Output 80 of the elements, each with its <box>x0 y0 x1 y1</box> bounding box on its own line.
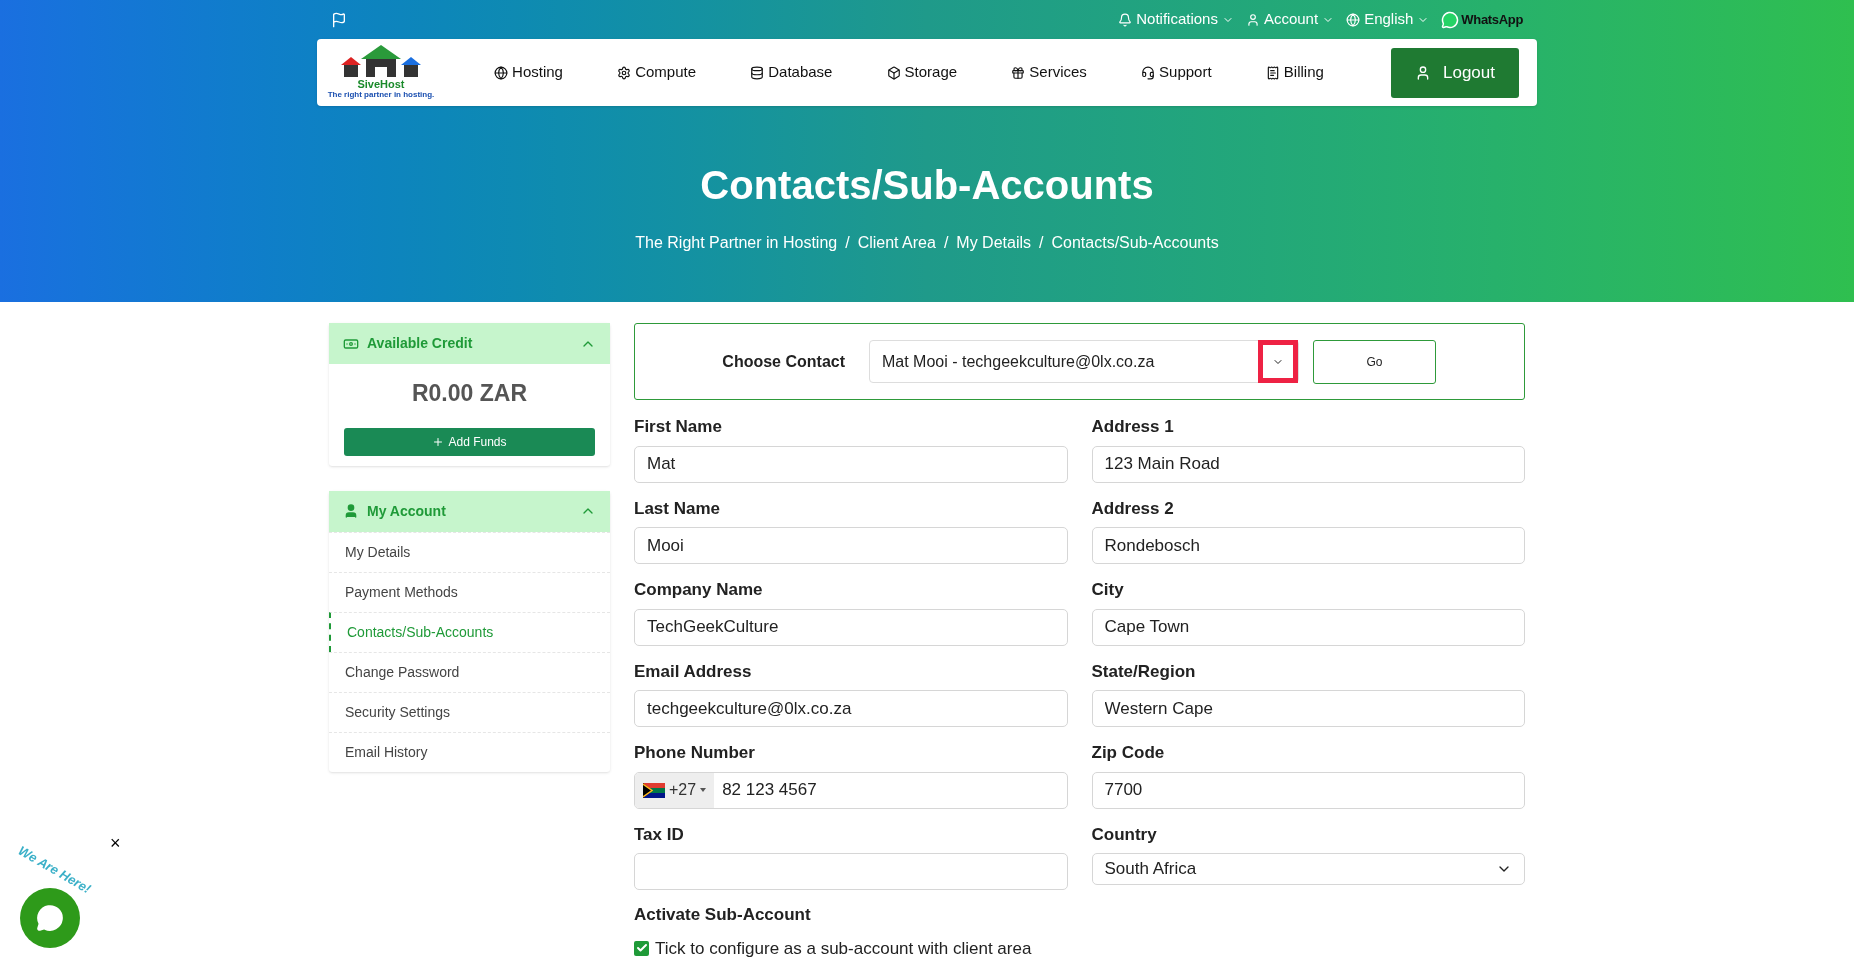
flag-icon[interactable] <box>331 11 347 28</box>
field-label: Email Address <box>634 660 753 683</box>
caret-button[interactable] <box>1258 340 1298 383</box>
text-field[interactable]: TechGeekCulture <box>634 608 1068 646</box>
field-label: First Name <box>634 416 723 438</box>
add-funds-button[interactable]: Add Funds <box>344 427 595 456</box>
nav-link[interactable]: Support <box>1141 61 1212 84</box>
field-label: Address 1 <box>1091 416 1175 438</box>
sidebar-item[interactable]: Email History <box>329 731 610 772</box>
plus-icon <box>432 435 445 448</box>
text-field[interactable]: 123 Main Road <box>1091 445 1525 483</box>
chat-bubble-icon <box>36 904 64 932</box>
field-label: Zip Code <box>1091 742 1166 764</box>
sidebar-item[interactable]: Change Password <box>329 651 610 692</box>
caret-icon <box>700 788 707 792</box>
text-field[interactable]: Rondebosch <box>1091 527 1525 564</box>
text-field[interactable]: Cape Town <box>1091 608 1525 646</box>
sidebar-item[interactable]: Contacts/Sub-Accounts <box>329 611 610 652</box>
logout-button[interactable]: Logout <box>1391 47 1519 98</box>
country-code-selector[interactable]: +27 <box>635 772 715 808</box>
text-field[interactable]: Mooi <box>634 527 1068 564</box>
checkbox[interactable] <box>634 940 649 956</box>
nav-link[interactable]: Services <box>1011 61 1087 84</box>
nav-link[interactable]: Hosting <box>494 61 563 84</box>
text-field[interactable] <box>634 853 1068 890</box>
phone-field[interactable]: +27 82 123 4567 <box>634 771 1068 809</box>
nav-link[interactable]: Database <box>750 61 833 84</box>
nav-link[interactable]: Compute <box>617 61 696 84</box>
nav-link[interactable]: Billing <box>1265 61 1324 84</box>
flag-icon <box>643 782 665 798</box>
contact-select[interactable]: Mat Mooi - techgeekculture@0lx.co.za <box>869 340 1299 383</box>
field-label: Country <box>1091 823 1158 846</box>
card-title: Available Credit <box>367 334 473 353</box>
nav-link[interactable]: Storage <box>886 61 958 84</box>
receipt-icon <box>1265 65 1280 80</box>
globe-icon <box>1346 12 1361 27</box>
text-field[interactable]: Western Cape <box>1091 690 1525 727</box>
field-label: Address 2 <box>1091 497 1175 520</box>
gear-icon <box>617 65 632 80</box>
text-field[interactable]: techgeekculture@0lx.co.za <box>634 690 1068 727</box>
section-title: Activate Sub-Account <box>634 904 812 926</box>
sidebar-item[interactable]: Security Settings <box>329 691 610 732</box>
field-label: Last Name <box>634 497 721 520</box>
bell-icon <box>1118 12 1133 27</box>
field-label: City <box>1091 579 1125 601</box>
field-label: Company Name <box>634 579 764 601</box>
logo-tagline: The right partner in hosting. <box>327 90 435 100</box>
breadcrumb-link[interactable]: Client Area <box>857 231 936 255</box>
go-button[interactable]: Go <box>1313 339 1436 384</box>
logo-name: SiveHost <box>357 79 405 90</box>
credit-amount: R0.00 ZAR <box>411 379 527 408</box>
breadcrumb-separator: / <box>845 233 850 253</box>
breadcrumb-separator: / <box>943 233 949 253</box>
text-field[interactable]: 7700 <box>1091 771 1525 809</box>
choose-contact-label: Choose Contact <box>721 351 846 372</box>
page-title: Contacts/Sub-Accounts <box>700 162 1154 209</box>
gift-icon <box>1011 65 1026 80</box>
country-select[interactable]: South Africa <box>1091 853 1525 885</box>
box-icon <box>886 65 901 80</box>
globe-icon <box>494 65 509 80</box>
whatsapp-link[interactable]: WhatsApp <box>1441 9 1523 30</box>
text-field[interactable]: Mat <box>634 445 1068 483</box>
headset-icon <box>1141 65 1156 80</box>
checkbox-label: Tick to configure as a sub-account with client area <box>655 937 1032 960</box>
phone-input[interactable]: 82 123 4567 <box>714 772 1067 808</box>
breadcrumb-link[interactable]: The Right Partner in Hosting <box>635 231 838 255</box>
card-title: My Account <box>367 501 446 521</box>
database-icon <box>750 65 765 80</box>
sidebar-item[interactable]: Payment Methods <box>329 571 610 612</box>
user-icon <box>343 503 359 519</box>
field-label: Tax ID <box>634 823 685 846</box>
chat-bubble-icon <box>1441 10 1460 29</box>
sidebar-item[interactable]: My Details <box>329 531 610 572</box>
houses-logo-icon <box>339 45 423 79</box>
close-button[interactable]: × <box>110 834 121 852</box>
breadcrumb-separator: / <box>1039 233 1044 253</box>
user-icon <box>1245 12 1260 27</box>
user-icon <box>1415 64 1431 81</box>
field-label: Phone Number <box>634 742 756 764</box>
field-label: State/Region <box>1091 660 1197 683</box>
